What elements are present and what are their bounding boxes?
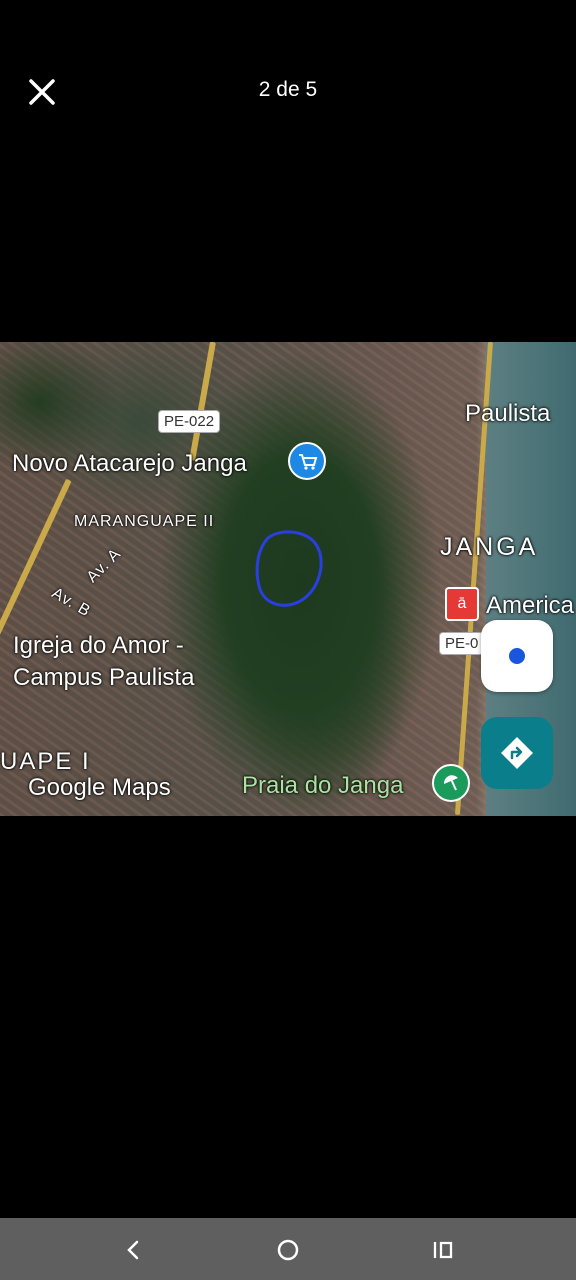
directions-button[interactable] xyxy=(481,717,553,789)
shopping-cart-icon xyxy=(288,442,326,480)
map-label-americanas: America xyxy=(486,592,575,619)
home-icon xyxy=(277,1239,299,1261)
americanas-store-icon: ā xyxy=(445,587,479,621)
nav-recents-button[interactable] xyxy=(423,1230,463,1270)
map-label-praia-do-janga: Praia do Janga xyxy=(242,772,404,799)
map-screenshot-image[interactable]: Paulista PE-022 Novo Atacarejo Janga MAR… xyxy=(0,342,576,816)
map-label-maranguape-ii: MARANGUAPE II xyxy=(74,513,215,530)
image-counter: 2 de 5 xyxy=(258,78,318,101)
map-label-av-b: Av. B xyxy=(48,584,94,621)
map-label-janga: JANGA xyxy=(440,533,539,561)
map-label-igreja-line2: Campus Paulista xyxy=(13,664,195,691)
annotation-circle xyxy=(255,530,323,607)
beach-umbrella-icon xyxy=(432,764,470,802)
recents-icon xyxy=(433,1241,453,1259)
nav-back-button[interactable] xyxy=(113,1230,153,1270)
highway-road xyxy=(0,478,72,636)
highway-road xyxy=(189,342,216,461)
google-maps-watermark: Google Maps xyxy=(28,774,171,801)
map-label-av-a: Av. A xyxy=(83,545,125,587)
nav-home-button[interactable] xyxy=(268,1230,308,1270)
road-sign-pe0: PE-0 xyxy=(439,632,485,655)
viewer-top-bar: 2 de 5 xyxy=(0,0,576,180)
map-label-igreja-line1: Igreja do Amor - xyxy=(13,632,184,659)
map-label-maranguape-i: UAPE I xyxy=(0,748,91,775)
system-nav-bar xyxy=(0,1218,576,1280)
road-sign-pe022: PE-022 xyxy=(158,410,221,433)
map-label-paulista: Paulista xyxy=(465,400,551,427)
directions-icon xyxy=(501,737,533,769)
my-location-icon[interactable] xyxy=(481,620,553,692)
back-icon xyxy=(127,1240,139,1260)
map-label-novo-atacarejo: Novo Atacarejo Janga xyxy=(12,450,247,477)
